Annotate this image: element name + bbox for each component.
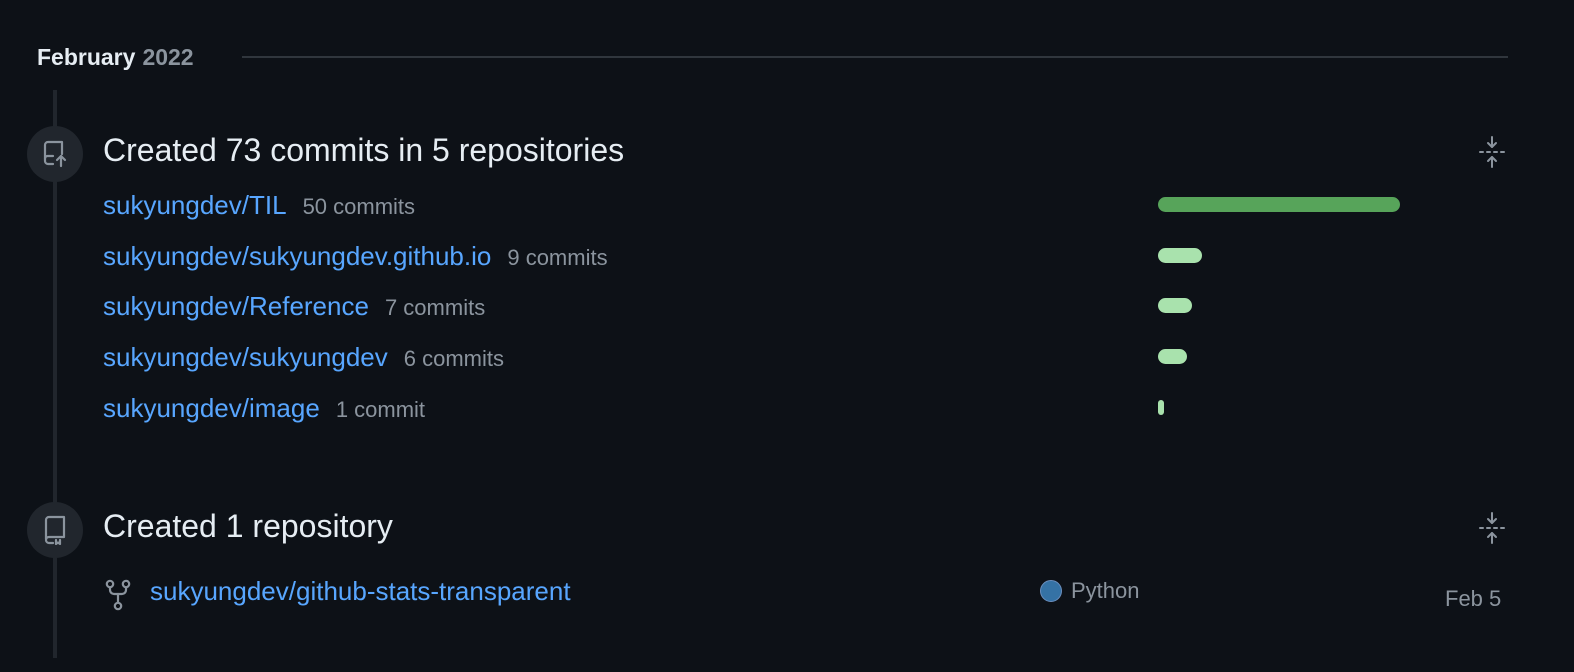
year-label: 2022 [142,43,194,70]
repo-icon [27,502,83,558]
commit-bar [1158,197,1400,212]
repo-push-icon [27,126,83,182]
repo-link[interactable]: sukyungdev/image [103,393,320,424]
commit-bar [1158,248,1202,263]
repo-link[interactable]: sukyungdev/TIL [103,190,287,221]
list-item: sukyungdev/sukyungdev 6 commits [103,342,504,376]
commit-count: 7 commits [384,295,486,320]
commit-bar [1158,298,1192,313]
created-repo-link[interactable]: sukyungdev/github-stats-transparent [150,576,571,607]
month-divider [242,56,1508,58]
month-header: February 2022 [37,40,194,74]
language-label: Python [1040,576,1140,606]
list-item: sukyungdev/Reference 7 commits [103,291,485,325]
repo-link[interactable]: sukyungdev/Reference [103,291,369,322]
repo-forked-icon [103,578,133,612]
fold-icon[interactable] [1474,132,1510,172]
list-item: sukyungdev/image 1 commit [103,393,425,427]
repo-created-date: Feb 5 [1445,586,1502,611]
commits-event-title: Created 73 commits in 5 repositories [103,132,625,168]
repo-link[interactable]: sukyungdev/sukyungdev [103,342,388,373]
commit-bar [1158,349,1187,364]
commit-count: 50 commits [302,194,416,219]
commit-bar [1158,400,1164,415]
commit-count: 6 commits [403,346,504,371]
list-item: sukyungdev/TIL 50 commits [103,190,415,224]
commit-count: 9 commits [507,245,608,270]
language-name: Python [1071,578,1140,603]
repo-link[interactable]: sukyungdev/sukyungdev.github.io [103,241,491,272]
month-label: February [37,43,136,70]
repo-event-title: Created 1 repository [103,508,393,544]
language-color-dot [1040,580,1062,602]
list-item: sukyungdev/sukyungdev.github.io 9 commit… [103,241,608,275]
fold-icon[interactable] [1474,508,1510,548]
commit-count: 1 commit [335,397,426,422]
